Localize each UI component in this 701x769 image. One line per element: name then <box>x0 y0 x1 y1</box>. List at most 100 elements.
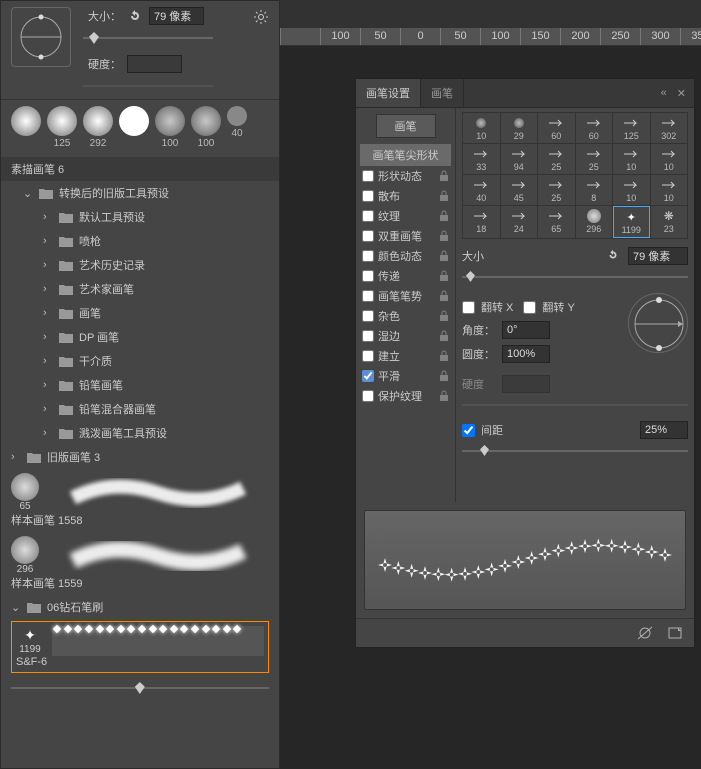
brush-option[interactable]: 画笔笔势 <box>360 286 451 306</box>
lock-icon[interactable] <box>439 290 449 302</box>
lock-icon[interactable] <box>439 370 449 382</box>
brush-tip-cell[interactable]: 302 <box>651 113 688 143</box>
brush-sample-1[interactable]: 65 样本画笔 1558 <box>1 469 279 532</box>
brush-tip-cell[interactable]: 60 <box>576 113 613 143</box>
brush-tip-cell[interactable]: 25 <box>538 175 575 205</box>
lock-icon[interactable] <box>439 270 449 282</box>
option-checkbox[interactable] <box>362 230 374 242</box>
brush-tip-cell[interactable]: 125 <box>613 113 650 143</box>
swatch[interactable]: 100 <box>155 106 185 149</box>
brush-tip-cell[interactable]: 25 <box>576 144 613 174</box>
folder-item[interactable]: ›溅泼画笔工具预设 <box>1 421 279 445</box>
brush-option[interactable]: 颜色动态 <box>360 246 451 266</box>
brush-option[interactable]: 保护纹理 <box>360 386 451 406</box>
flip-x-checkbox[interactable] <box>462 301 475 314</box>
brush-tip-cell[interactable]: 18 <box>463 206 500 238</box>
roundness-input[interactable] <box>502 345 550 363</box>
size-input[interactable] <box>149 7 204 25</box>
lock-icon[interactable] <box>439 250 449 262</box>
reset-icon[interactable] <box>606 248 622 264</box>
tab-brushes[interactable]: 画笔 <box>421 79 464 107</box>
option-checkbox[interactable] <box>362 290 374 302</box>
brush-option[interactable]: 形状动态 <box>360 166 451 186</box>
lock-icon[interactable] <box>439 190 449 202</box>
folder-item[interactable]: ›铅笔混合器画笔 <box>1 397 279 421</box>
brush-option[interactable]: 双重画笔 <box>360 226 451 246</box>
brush-tip-cell[interactable]: 10 <box>463 113 500 143</box>
lock-icon[interactable] <box>439 210 449 222</box>
lock-icon[interactable] <box>439 330 449 342</box>
brush-option[interactable]: 湿边 <box>360 326 451 346</box>
option-checkbox[interactable] <box>362 370 374 382</box>
hardness-input[interactable] <box>127 55 182 73</box>
spacing-slider[interactable] <box>462 445 688 457</box>
lock-icon[interactable] <box>439 390 449 402</box>
folder-item[interactable]: ›铅笔画笔 <box>1 373 279 397</box>
brush-tip-cell[interactable]: 296 <box>576 206 613 238</box>
swatch[interactable]: 125 <box>47 106 77 149</box>
lock-icon[interactable] <box>439 230 449 242</box>
lock-icon[interactable] <box>439 170 449 182</box>
zoom-slider[interactable] <box>1 677 279 699</box>
folder-item[interactable]: ›艺术家画笔 <box>1 277 279 301</box>
swatch[interactable] <box>11 106 41 149</box>
option-checkbox[interactable] <box>362 210 374 222</box>
brush-selected[interactable]: ✦1199 S&F-6 <box>11 621 269 673</box>
spacing-checkbox[interactable] <box>462 424 475 437</box>
brush-tip-cell[interactable]: 10 <box>613 144 650 174</box>
brush-tip-cell[interactable]: 60 <box>538 113 575 143</box>
group-sketch[interactable]: 素描画笔 6 <box>1 157 279 181</box>
brush-tip-cell[interactable]: 33 <box>463 144 500 174</box>
option-checkbox[interactable] <box>362 350 374 362</box>
close-icon[interactable]: ✕ <box>677 87 686 100</box>
new-preset-icon[interactable] <box>666 625 684 641</box>
brush-tip-cell[interactable]: 10 <box>651 175 688 205</box>
angle-input[interactable] <box>502 321 550 339</box>
lock-icon[interactable] <box>439 350 449 362</box>
brush-tip-cell[interactable]: 8 <box>576 175 613 205</box>
brush-tip-cell[interactable]: 25 <box>538 144 575 174</box>
brush-tip-cell[interactable]: 10 <box>651 144 688 174</box>
folder-root[interactable]: ⌄ 转换后的旧版工具预设 <box>1 181 279 205</box>
brush-tip-cell[interactable]: 40 <box>463 175 500 205</box>
spacing-input[interactable] <box>640 421 688 439</box>
swatch[interactable]: 40 <box>227 106 247 149</box>
brush-tip-cell[interactable]: ❋23 <box>651 206 688 238</box>
folder-item[interactable]: ›艺术历史记录 <box>1 253 279 277</box>
option-checkbox[interactable] <box>362 310 374 322</box>
option-checkbox[interactable] <box>362 190 374 202</box>
swatch[interactable]: 292 <box>83 106 113 149</box>
brush-option[interactable]: 纹理 <box>360 206 451 226</box>
brush-tip-cell[interactable]: 29 <box>501 113 538 143</box>
brush-tip-cell[interactable]: 94 <box>501 144 538 174</box>
folder-item[interactable]: ›喷枪 <box>1 229 279 253</box>
gear-icon[interactable] <box>253 9 269 25</box>
option-checkbox[interactable] <box>362 250 374 262</box>
brush-option[interactable]: 传递 <box>360 266 451 286</box>
folder-item[interactable]: ›画笔 <box>1 301 279 325</box>
option-checkbox[interactable] <box>362 270 374 282</box>
angle-widget[interactable] <box>628 293 688 353</box>
option-checkbox[interactable] <box>362 330 374 342</box>
folder-diamond[interactable]: ⌄ 06钻石笔刷 <box>1 595 279 619</box>
flip-y-checkbox[interactable] <box>523 301 536 314</box>
folder-item[interactable]: ›DP 画笔 <box>1 325 279 349</box>
brush-tip-cell[interactable]: ✦1199 <box>613 206 650 238</box>
toggle-preview-icon[interactable] <box>636 625 654 641</box>
size-input-r[interactable] <box>628 247 688 265</box>
brush-tip-cell[interactable]: 10 <box>613 175 650 205</box>
brush-tip-cell[interactable]: 45 <box>501 175 538 205</box>
tab-brush-settings[interactable]: 画笔设置 <box>356 79 421 107</box>
brush-tip-cell[interactable]: 24 <box>501 206 538 238</box>
option-checkbox[interactable] <box>362 170 374 182</box>
tip-shape-row[interactable]: 画笔笔尖形状 <box>360 144 451 166</box>
brush-tip-cell[interactable]: 65 <box>538 206 575 238</box>
folder-item[interactable]: ›默认工具预设 <box>1 205 279 229</box>
size-slider[interactable] <box>83 31 213 45</box>
minimize-icon[interactable]: « <box>661 87 667 100</box>
brush-option[interactable]: 平滑 <box>360 366 451 386</box>
lock-icon[interactable] <box>439 310 449 322</box>
brush-button[interactable]: 画笔 <box>376 114 436 138</box>
reset-icon[interactable] <box>127 8 143 24</box>
option-checkbox[interactable] <box>362 390 374 402</box>
